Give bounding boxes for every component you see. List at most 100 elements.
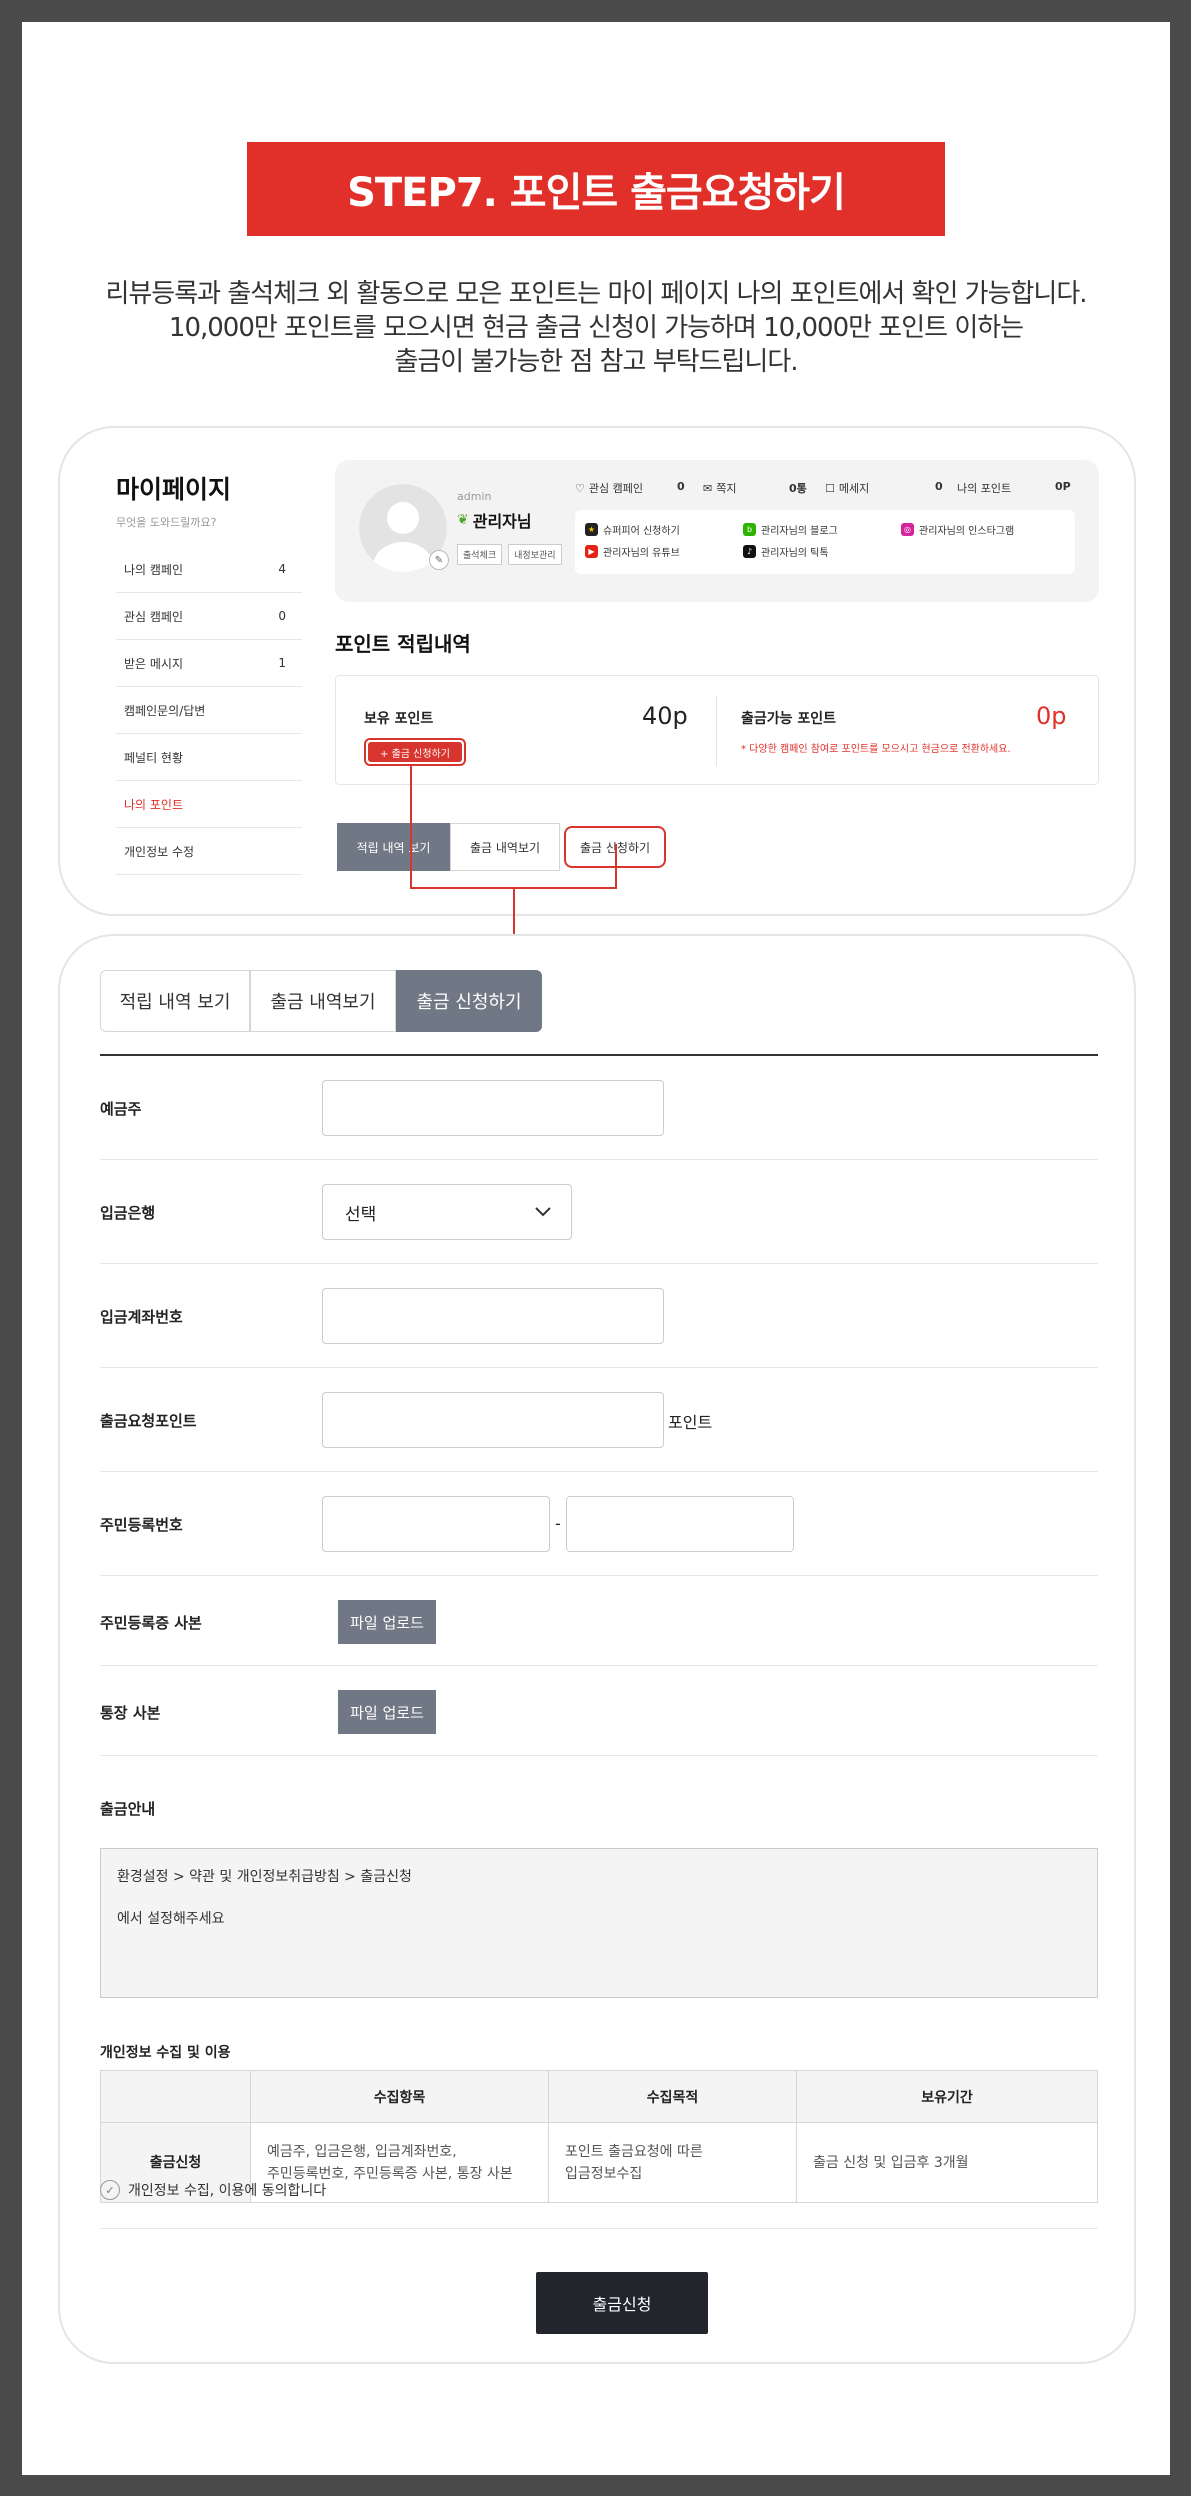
hold-points-label: 보유 포인트 bbox=[364, 711, 434, 727]
my-info-button[interactable]: 내정보관리 bbox=[508, 544, 562, 565]
sidebar-item-count: 1 bbox=[278, 656, 286, 670]
note-icon: ✉ bbox=[703, 481, 713, 495]
chevron-down-icon bbox=[535, 1207, 551, 1217]
sidebar-item-messages[interactable]: 받은 메시지 1 bbox=[116, 640, 302, 687]
link-label: 관리자님의 블로그 bbox=[761, 526, 838, 537]
sidebar-item-label: 캠페인문의/답변 bbox=[124, 703, 206, 718]
submit-withdraw-button[interactable]: 출금신청 bbox=[536, 2272, 708, 2334]
depositor-label: 예금주 bbox=[100, 1100, 142, 1118]
tab-earn-history[interactable]: 적립 내역 보기 bbox=[100, 970, 250, 1032]
check-circle-icon[interactable]: ✓ bbox=[100, 2180, 120, 2200]
resident-no-back-input[interactable] bbox=[566, 1496, 794, 1552]
request-points-input[interactable] bbox=[322, 1392, 664, 1448]
bankbook-copy-upload-button[interactable]: 파일 업로드 bbox=[338, 1690, 436, 1734]
sidebar-item-edit-profile[interactable]: 개인정보 수정 bbox=[116, 828, 302, 875]
tab-withdraw-request[interactable]: 출금 신청하기 bbox=[396, 970, 542, 1032]
edit-avatar-icon[interactable]: ✎ bbox=[429, 550, 449, 570]
message-icon: ☐ bbox=[825, 481, 835, 495]
points-tabs-small: 적립 내역 보기 출금 내역보기 출금 신청하기 bbox=[337, 823, 666, 871]
tab-withdraw-history[interactable]: 출금 내역보기 bbox=[250, 970, 396, 1032]
description-line: 출금이 불가능한 점 참고 부탁드립니다. bbox=[394, 347, 798, 377]
stat-value: 0 bbox=[935, 480, 943, 493]
points-summary: 보유 포인트 40p + 출금 신청하기 출금가능 포인트 0p * 다양한 캠… bbox=[335, 675, 1099, 785]
mypage-subtitle: 무엇을 도와드릴까요? bbox=[116, 516, 217, 529]
table-header: 보유기간 bbox=[796, 2070, 1098, 2123]
points-unit: 포인트 bbox=[668, 1413, 713, 1432]
sidebar-item-label: 나의 캠페인 bbox=[124, 562, 184, 577]
form-row-account: 입금계좌번호 bbox=[100, 1264, 1098, 1368]
form-row-bank: 입금은행 선택 bbox=[100, 1160, 1098, 1264]
sidebar-item-penalty[interactable]: 페널티 현황 bbox=[116, 734, 302, 781]
heart-icon: ♡ bbox=[575, 481, 585, 495]
sidebar-item-my-campaign[interactable]: 나의 캠페인 4 bbox=[116, 546, 302, 593]
description: 리뷰등록과 출석체크 외 활동으로 모은 포인트는 마이 페이지 나의 포인트에… bbox=[22, 277, 1170, 379]
account-label: 입금계좌번호 bbox=[100, 1308, 183, 1326]
cell-line: 포인트 출금요청에 따른 bbox=[565, 2143, 703, 2160]
resident-no-label: 주민등록번호 bbox=[100, 1516, 183, 1534]
form-row-id-copy: 주민등록증 사본 파일 업로드 bbox=[100, 1576, 1098, 1666]
cell-line: 입금정보수집 bbox=[565, 2165, 643, 2182]
sidebar-item-label: 개인정보 수정 bbox=[124, 844, 195, 859]
withdraw-request-label: + 출금 신청하기 bbox=[368, 742, 462, 762]
form-row-resident-no: 주민등록번호 - bbox=[100, 1472, 1098, 1576]
tab-withdraw-request[interactable]: 출금 신청하기 bbox=[564, 826, 666, 868]
divider bbox=[100, 2228, 1098, 2229]
avail-points-note: * 다양한 캠페인 참여로 포인트를 모으시고 현금으로 전환하세요. bbox=[741, 744, 1011, 755]
privacy-agree[interactable]: ✓ 개인정보 수집, 이용에 동의합니다 bbox=[100, 2180, 326, 2200]
guide-line: 에서 설정해주세요 bbox=[117, 1911, 225, 1927]
resident-no-front-input[interactable] bbox=[322, 1496, 550, 1552]
cell-line: 예금주, 입금은행, 입금계좌번호, bbox=[267, 2143, 457, 2160]
sidebar-item-label: 관심 캠페인 bbox=[124, 609, 184, 624]
bank-select-value: 선택 bbox=[345, 1204, 377, 1225]
depositor-input[interactable] bbox=[322, 1080, 664, 1136]
table-header-row: 수집항목 수집목적 보유기간 bbox=[100, 2070, 1098, 2123]
stat-message[interactable]: ☐ 메세지 bbox=[825, 480, 869, 496]
leaf-icon: ❦ bbox=[457, 512, 469, 528]
account-input[interactable] bbox=[322, 1288, 664, 1344]
id-copy-upload-button[interactable]: 파일 업로드 bbox=[338, 1600, 436, 1644]
tab-withdraw-history[interactable]: 출금 내역보기 bbox=[450, 823, 560, 871]
tab-earn-history[interactable]: 적립 내역 보기 bbox=[337, 823, 450, 871]
youtube-icon: ▶ bbox=[585, 545, 598, 558]
mypage-card: 마이페이지 무엇을 도와드릴까요? 나의 캠페인 4 관심 캠페인 0 받은 메… bbox=[58, 426, 1136, 916]
privacy-agree-label: 개인정보 수집, 이용에 동의합니다 bbox=[128, 2183, 327, 2199]
stat-interest[interactable]: ♡ 관심 캠페인 bbox=[575, 480, 643, 496]
star-icon: ★ bbox=[585, 523, 598, 536]
avail-points-value: 0p bbox=[1036, 702, 1067, 730]
instagram-link[interactable]: ◎ 관리자님의 인스타그램 bbox=[901, 522, 1014, 537]
stat-my-points[interactable]: 나의 포인트 bbox=[957, 480, 1011, 496]
sidebar-item-interest-campaign[interactable]: 관심 캠페인 0 bbox=[116, 593, 302, 640]
stat-note[interactable]: ✉ 쪽지 bbox=[703, 480, 736, 496]
hold-points-value: 40p bbox=[642, 702, 688, 730]
withdraw-request-button[interactable]: + 출금 신청하기 bbox=[364, 738, 466, 766]
user-name: ❦ 관리자님 bbox=[457, 508, 532, 532]
youtube-link[interactable]: ▶ 관리자님의 유튜브 bbox=[585, 544, 680, 559]
sidebar-item-inquiry[interactable]: 캠페인문의/답변 bbox=[116, 687, 302, 734]
id-copy-label: 주민등록증 사본 bbox=[100, 1614, 202, 1632]
sidebar-item-my-points[interactable]: 나의 포인트 bbox=[116, 781, 302, 828]
table-header bbox=[100, 2070, 251, 2123]
sidebar-item-count: 4 bbox=[278, 562, 286, 576]
attendance-button[interactable]: 출석체크 bbox=[457, 544, 503, 565]
bank-label: 입금은행 bbox=[100, 1204, 156, 1222]
guide-line: 환경설정 > 약관 및 개인정보취급방침 > 출금신청 bbox=[117, 1869, 412, 1885]
guide-box: 환경설정 > 약관 및 개인정보취급방침 > 출금신청 에서 설정해주세요 bbox=[100, 1848, 1098, 1998]
blog-icon: b bbox=[743, 523, 756, 536]
tiktok-link[interactable]: ♪ 관리자님의 틱톡 bbox=[743, 544, 829, 559]
resident-no-dash: - bbox=[555, 1514, 561, 1533]
profile-box: ✎ admin ❦ 관리자님 출석체크 내정보관리 ♡ 관심 캠페인 0 ✉ 쪽… bbox=[335, 460, 1099, 602]
bank-select[interactable]: 선택 bbox=[322, 1184, 572, 1240]
stat-value: 0 bbox=[677, 480, 685, 493]
sidebar-item-count: 0 bbox=[278, 609, 286, 623]
link-label: 관리자님의 틱톡 bbox=[761, 548, 829, 559]
superpeer-link[interactable]: ★ 슈퍼피어 신청하기 bbox=[585, 522, 680, 537]
description-line: 리뷰등록과 출석체크 외 활동으로 모은 포인트는 마이 페이지 나의 포인트에… bbox=[105, 279, 1087, 309]
bankbook-copy-label: 통장 사본 bbox=[100, 1704, 161, 1722]
sns-links: ★ 슈퍼피어 신청하기 b 관리자님의 블로그 ◎ 관리자님의 인스타그램 ▶ … bbox=[575, 510, 1075, 574]
link-label: 관리자님의 유튜브 bbox=[603, 548, 680, 559]
link-label: 관리자님의 인스타그램 bbox=[919, 526, 1015, 537]
user-id: admin bbox=[457, 490, 492, 503]
blog-link[interactable]: b 관리자님의 블로그 bbox=[743, 522, 838, 537]
table-header: 수집목적 bbox=[548, 2070, 797, 2123]
sidebar-item-label: 페널티 현황 bbox=[124, 750, 184, 765]
